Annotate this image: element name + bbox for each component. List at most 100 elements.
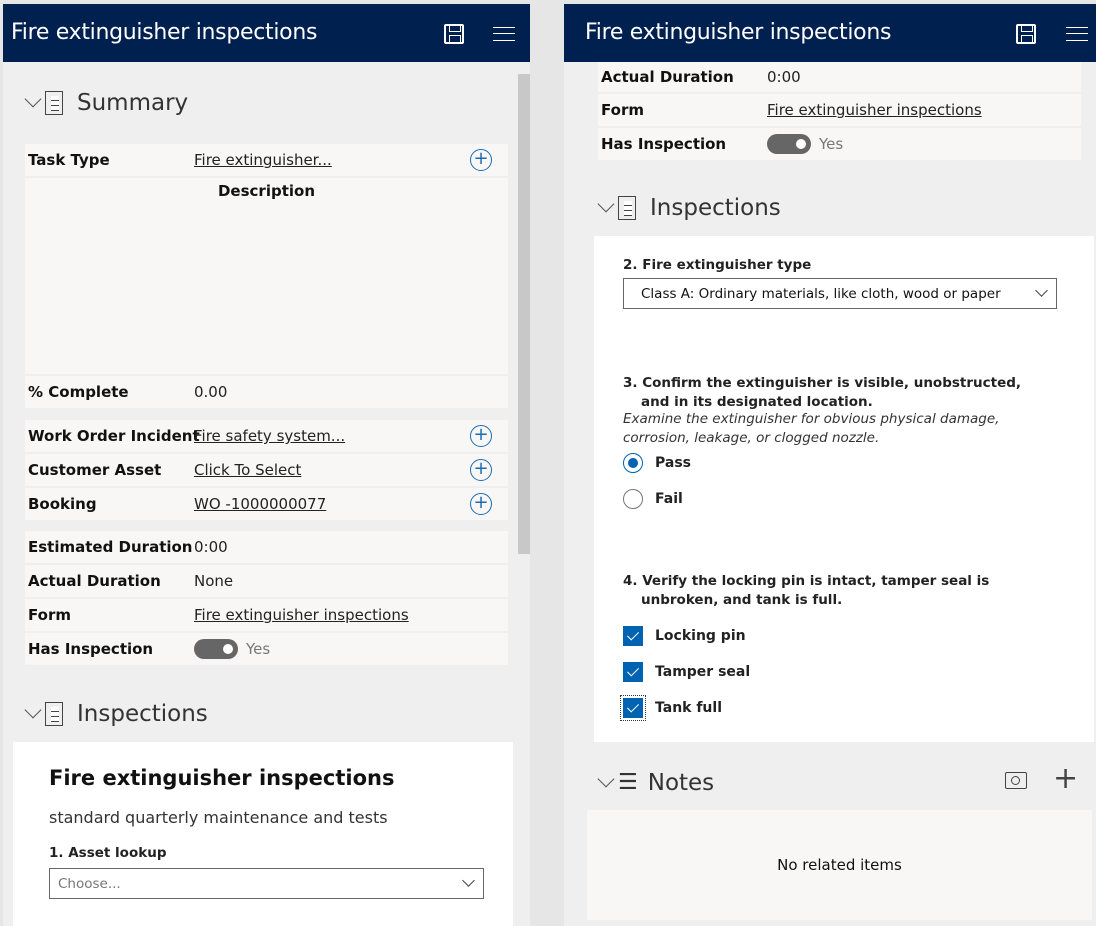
extinguisher-type-dropdown[interactable]: Class A: Ordinary materials, like cloth,…	[623, 278, 1057, 309]
chevron-down-icon	[597, 770, 615, 788]
section-title: Inspections	[650, 195, 781, 221]
question-label: 2. Fire extinguisher type	[623, 257, 812, 273]
field-label: Task Type	[28, 151, 110, 169]
section-title: Summary	[77, 90, 189, 116]
option-label: Tamper seal	[655, 664, 751, 680]
right-panel: Fire extinguisher inspections Actual Dur…	[564, 4, 1096, 926]
add-note-icon[interactable]: +	[1053, 764, 1078, 794]
customer-asset-link[interactable]: Click To Select	[194, 461, 301, 479]
notes-section-header[interactable]: ☰ Notes	[596, 770, 714, 796]
field-description[interactable]: Description	[25, 178, 508, 374]
inspection-form-card: Fire extinguisher inspections standard q…	[13, 742, 513, 926]
radio-fail[interactable]: Fail	[623, 489, 683, 509]
hamburger-menu-icon[interactable]	[493, 27, 515, 41]
field-actual-duration: Actual Duration 0:00	[598, 62, 1081, 92]
save-icon[interactable]	[1016, 24, 1036, 44]
field-task-type: Task Type Fire extinguisher... +	[25, 144, 508, 176]
field-value[interactable]: None	[194, 572, 233, 590]
add-icon[interactable]: +	[470, 425, 492, 447]
radio-selected-icon[interactable]	[623, 453, 643, 473]
field-label: Has Inspection	[28, 640, 154, 658]
chevron-down-icon	[1035, 284, 1048, 297]
option-label: Locking pin	[655, 628, 746, 644]
field-estimated-duration: Estimated Duration 0:00	[25, 531, 508, 563]
has-inspection-toggle[interactable]	[767, 134, 811, 154]
form-subtitle: standard quarterly maintenance and tests	[49, 808, 388, 827]
camera-icon[interactable]	[1005, 772, 1027, 789]
asset-lookup-dropdown[interactable]: Choose...	[49, 868, 484, 899]
section-title: Inspections	[77, 701, 208, 727]
field-form: Form Fire extinguisher inspections	[25, 599, 508, 631]
scrollbar[interactable]	[518, 74, 530, 554]
field-value[interactable]: 0:00	[767, 68, 801, 86]
app-header: Fire extinguisher inspections	[3, 4, 530, 62]
radio-icon[interactable]	[623, 489, 643, 509]
checkbox-locking-pin[interactable]: Locking pin	[623, 626, 746, 646]
incident-link[interactable]: Fire safety system...	[194, 427, 345, 445]
checkbox-tank-full[interactable]: Tank full	[620, 695, 722, 721]
option-label: Pass	[655, 455, 691, 471]
inspections-section-header[interactable]: Inspections	[596, 195, 781, 221]
inspections-section-header[interactable]: Inspections	[23, 701, 208, 727]
form-title: Fire extinguisher inspections	[49, 766, 395, 790]
field-label: Has Inspection	[601, 135, 727, 153]
save-icon[interactable]	[444, 24, 464, 44]
chevron-down-icon	[597, 195, 615, 213]
field-work-order-incident: Work Order Incident Fire safety system..…	[25, 420, 508, 452]
field-label: Actual Duration	[601, 68, 734, 86]
field-form: Form Fire extinguisher inspections	[598, 94, 1081, 126]
form-icon	[618, 196, 636, 220]
chevron-down-icon	[462, 874, 475, 887]
has-inspection-toggle[interactable]	[194, 639, 238, 659]
field-label: % Complete	[28, 383, 129, 401]
hamburger-menu-icon[interactable]	[1066, 27, 1088, 41]
field-customer-asset: Customer Asset Click To Select +	[25, 454, 508, 486]
field-label: Estimated Duration	[28, 538, 193, 556]
question-label: 3. Confirm the extinguisher is visible, …	[623, 375, 1022, 410]
add-icon[interactable]: +	[470, 459, 492, 481]
question-label: 4. Verify the locking pin is intact, tam…	[623, 573, 990, 608]
option-label: Tank full	[655, 700, 722, 716]
radio-pass[interactable]: Pass	[623, 453, 691, 473]
field-label: Form	[601, 101, 644, 119]
app-header: Fire extinguisher inspections	[564, 4, 1096, 62]
toggle-label: Yes	[819, 135, 844, 153]
booking-link[interactable]: WO -1000000077	[194, 495, 326, 513]
field-value[interactable]: 0.00	[194, 383, 227, 401]
question-label: 1. Asset lookup	[49, 845, 167, 861]
checkbox-checked-icon[interactable]	[623, 626, 643, 646]
checkbox-checked-icon[interactable]	[620, 695, 646, 721]
empty-state-text: No related items	[777, 856, 902, 874]
field-booking: Booking WO -1000000077 +	[25, 488, 508, 520]
field-label: Booking	[28, 495, 97, 513]
field-has-inspection: Has Inspection Yes	[598, 128, 1081, 160]
field-percent-complete: % Complete 0.00	[25, 376, 508, 408]
dropdown-value: Class A: Ordinary materials, like cloth,…	[641, 285, 1001, 302]
field-label: Description	[217, 182, 316, 200]
add-icon[interactable]: +	[470, 149, 492, 171]
toggle-label: Yes	[246, 640, 271, 658]
summary-section-header[interactable]: Summary	[23, 90, 188, 116]
field-label: Customer Asset	[28, 461, 162, 479]
form-icon	[45, 702, 63, 726]
section-title: Notes	[647, 770, 715, 796]
chevron-down-icon	[24, 90, 42, 108]
checkbox-checked-icon[interactable]	[623, 662, 643, 682]
task-type-link[interactable]: Fire extinguisher...	[194, 151, 332, 169]
form-link[interactable]: Fire extinguisher inspections	[194, 606, 409, 624]
form-link[interactable]: Fire extinguisher inspections	[767, 101, 982, 119]
add-icon[interactable]: +	[470, 493, 492, 515]
form-icon	[45, 91, 63, 115]
field-label: Work Order Incident	[28, 427, 200, 445]
checkbox-tamper-seal[interactable]: Tamper seal	[623, 662, 750, 682]
app-title: Fire extinguisher inspections	[585, 20, 892, 45]
field-value[interactable]: 0:00	[194, 538, 228, 556]
app-title: Fire extinguisher inspections	[11, 20, 318, 45]
inspection-form-card: 2. Fire extinguisher type Class A: Ordin…	[594, 236, 1094, 742]
dropdown-placeholder: Choose...	[58, 875, 121, 892]
option-label: Fail	[655, 491, 683, 507]
field-label: Form	[28, 606, 71, 624]
notes-list: No related items	[587, 810, 1092, 920]
question-description: Examine the extinguisher for obvious phy…	[623, 411, 1000, 446]
left-panel: Fire extinguisher inspections Summary Ta…	[3, 4, 530, 926]
